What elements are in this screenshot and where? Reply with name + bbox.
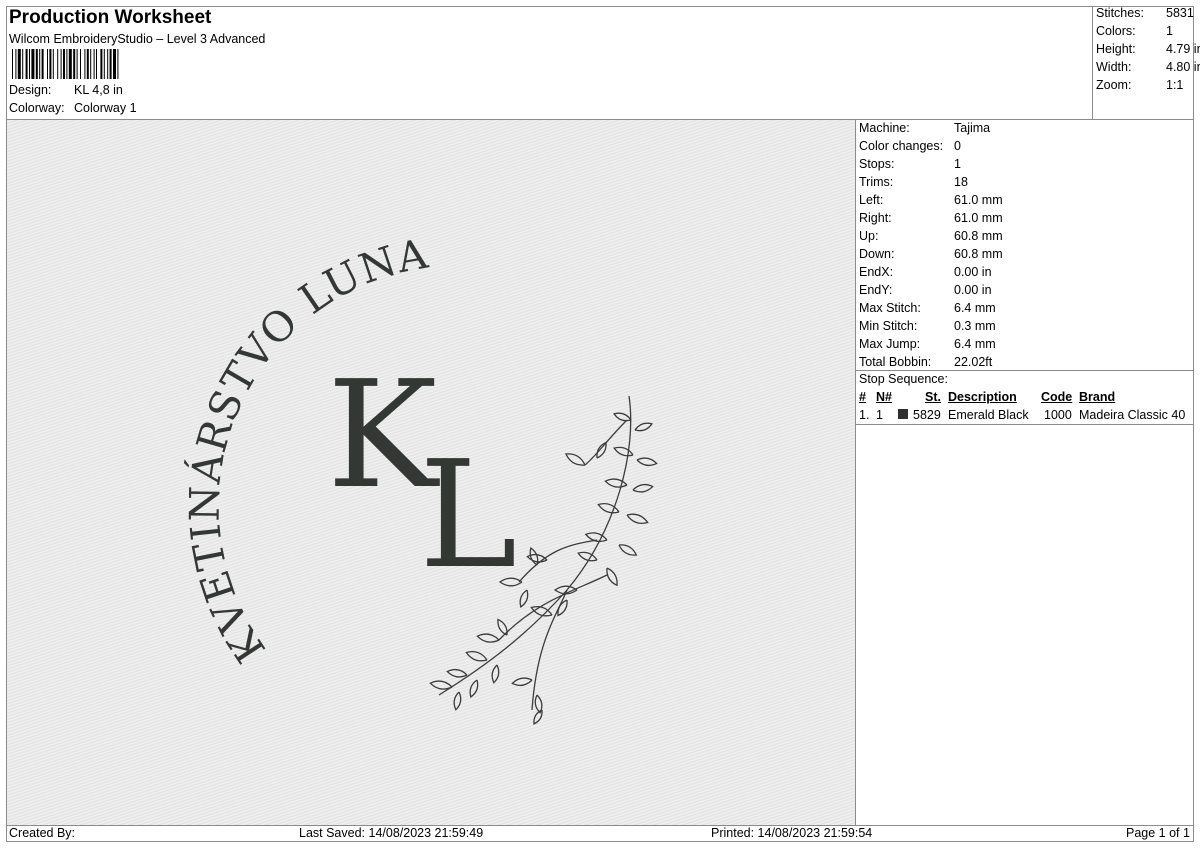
info-label: Total Bobbin: [859, 355, 932, 369]
created-by: Created By: [9, 826, 76, 840]
row-num: 1. [859, 408, 870, 422]
summary-label: Width: [1096, 60, 1132, 74]
info-label: Trims: [859, 175, 894, 189]
info-label: Max Jump: [859, 337, 921, 351]
info-row: Min Stitch: 0.3 mm [859, 319, 996, 333]
summary-label: Zoom: [1096, 78, 1132, 92]
summary-value: 1 [1166, 24, 1173, 38]
software-name: Wilcom EmbroideryStudio – Level 3 Advanc… [9, 32, 266, 46]
embroidery-design: KVETINÁRSTVO LUNA K L [180, 229, 658, 725]
col-code: Code [1041, 390, 1073, 404]
info-row: Up: 60.8 mm [859, 229, 1003, 243]
col-brand: Brand [1079, 390, 1116, 404]
info-label: Stops: [859, 157, 895, 171]
design-label: Design: [9, 83, 52, 97]
summary-colors: Colors: 1 [1096, 24, 1173, 38]
info-value: Tajima [954, 121, 991, 135]
row-code: 1000 [1044, 408, 1072, 422]
info-label: Down: [859, 247, 895, 261]
row-stitches: 5829 [913, 408, 941, 422]
info-label: Max Stitch: [859, 301, 921, 315]
info-label: EndY: [859, 283, 893, 297]
info-value: 18 [954, 175, 968, 189]
info-value: 1 [954, 157, 961, 171]
info-row: Left: 61.0 mm [859, 193, 1003, 207]
page-number: Page 1 of 1 [1126, 826, 1190, 840]
summary-label: Colors: [1096, 24, 1136, 38]
info-value: 0.00 in [954, 283, 992, 297]
info-value: 0.3 mm [954, 319, 996, 333]
info-value: 0.00 in [954, 265, 992, 279]
info-row: Color changes: 0 [859, 139, 961, 153]
colorway-value: Colorway 1 [74, 101, 137, 115]
summary-value: 4.80 in [1166, 60, 1200, 74]
info-value: 60.8 mm [954, 229, 1003, 243]
colorway-row: Colorway: Colorway 1 [9, 101, 137, 115]
row-brand: Madeira Classic 40 [1079, 408, 1186, 422]
info-row: Total Bobbin: 22.02ft [859, 355, 992, 369]
stop-sequence-title: Stop Sequence: [859, 372, 948, 386]
info-label: Up: [859, 229, 879, 243]
summary-width: Width: 4.80 in [1096, 60, 1200, 74]
info-value: 6.4 mm [954, 301, 996, 315]
preview-divider [855, 119, 856, 826]
info-label: Min Stitch: [859, 319, 918, 333]
info-label: Color changes: [859, 139, 944, 153]
info-label: Left: [859, 193, 884, 207]
colorway-label: Colorway: [9, 101, 65, 115]
info-value: 61.0 mm [954, 193, 1003, 207]
design-value: KL 4,8 in [74, 83, 123, 97]
summary-value: 4.79 in [1166, 42, 1200, 56]
info-row: Machine: Tajima [859, 121, 990, 135]
col-stitches: St. [925, 390, 941, 404]
info-label: Right: [859, 211, 892, 225]
info-row: Max Stitch: 6.4 mm [859, 301, 996, 315]
info-value: 6.4 mm [954, 337, 996, 351]
design-preview: KVETINÁRSTVO LUNA K L [7, 120, 855, 825]
col-num: # [859, 390, 866, 404]
info-label: EndX: [859, 265, 894, 279]
worksheet-header: Production Worksheet Wilcom EmbroiderySt… [6, 6, 1092, 119]
summary-value: 5831 [1166, 6, 1194, 20]
info-row: Down: 60.8 mm [859, 247, 1003, 261]
info-row: Max Jump: 6.4 mm [859, 337, 996, 351]
printed-date: Printed: 14/08/2023 21:59:54 [711, 826, 873, 840]
page-title: Production Worksheet [9, 7, 212, 28]
summary-panel: Stitches: 5831 Colors: 1 Height: 4.79 in Wi… [1092, 6, 1200, 119]
summary-value: 1:1 [1166, 78, 1184, 92]
info-label: Machine: [859, 121, 910, 135]
info-row: Trims: 18 [859, 175, 968, 189]
col-needle: N# [876, 390, 892, 404]
summary-stitches: Stitches: 5831 [1096, 6, 1194, 20]
row-description: Emerald Black [948, 408, 1029, 422]
footer-divider [6, 825, 1194, 826]
monogram-l: L [419, 429, 517, 601]
info-row: EndY: 0.00 in [859, 283, 992, 297]
info-value: 22.02ft [954, 355, 993, 369]
info-row: Right: 61.0 mm [859, 211, 1003, 225]
info-value: 60.8 mm [954, 247, 1003, 261]
last-saved: Last Saved: 14/08/2023 21:59:49 [299, 826, 484, 840]
table-divider [856, 424, 1194, 425]
info-row: Stops: 1 [859, 157, 961, 171]
barcode [12, 49, 119, 79]
col-description: Description [948, 390, 1017, 404]
info-value: 61.0 mm [954, 211, 1003, 225]
design-row: Design: KL 4,8 in [9, 83, 123, 97]
summary-zoom: Zoom: 1:1 [1096, 78, 1183, 92]
info-divider [856, 370, 1194, 371]
info-value: 0 [954, 139, 961, 153]
info-row: EndX: 0.00 in [859, 265, 992, 279]
summary-label: Height: [1096, 42, 1136, 56]
summary-height: Height: 4.79 in [1096, 42, 1200, 56]
row-needle: 1 [876, 408, 883, 422]
summary-label: Stitches: [1096, 6, 1144, 20]
thread-color-swatch [898, 409, 908, 419]
